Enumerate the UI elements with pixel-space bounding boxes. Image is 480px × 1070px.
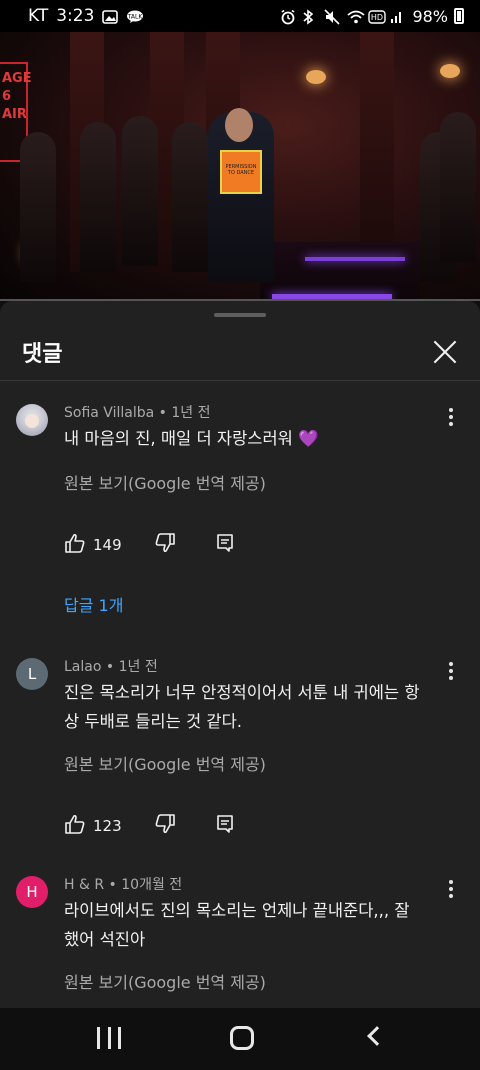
sheet-title: 댓글 — [22, 341, 63, 367]
talk-icon: TALK — [126, 9, 144, 23]
more-options-icon[interactable] — [448, 880, 454, 900]
see-original-link[interactable]: 원본 보기(Google 번역 제공) — [64, 751, 266, 775]
comment-author[interactable]: Sofia Villalba — [64, 405, 154, 421]
video-player[interactable]: AGE 6 AIR PERMISSION TO DANCE — [0, 32, 480, 300]
comment-author[interactable]: Lalao — [64, 659, 101, 675]
see-original-link[interactable]: 원본 보기(Google 번역 제공) — [64, 969, 266, 993]
show-card: PERMISSION TO DANCE — [220, 150, 262, 194]
comment-text: 라이브에서도 진의 목소리는 언제나 끝내준다,,, 잘했어 석진아 — [64, 901, 410, 949]
svg-text:TALK: TALK — [127, 14, 144, 21]
avatar[interactable] — [16, 404, 48, 436]
comment-meta: Lalao • 1년 전 — [64, 659, 158, 675]
reply-button[interactable] — [216, 814, 234, 838]
reply-button[interactable] — [216, 533, 234, 557]
sheet-header: 댓글 — [0, 323, 480, 381]
like-button[interactable]: 149 — [64, 533, 122, 557]
dislike-button[interactable] — [154, 533, 176, 557]
thumbs-up-icon — [64, 533, 86, 557]
home-icon[interactable] — [230, 1026, 254, 1050]
carrier-label: KT — [28, 6, 49, 26]
avatar[interactable]: L — [16, 658, 48, 690]
more-options-icon[interactable] — [448, 662, 454, 682]
comment-reply-icon — [216, 534, 234, 557]
avatar[interactable]: H — [16, 876, 48, 908]
gallery-icon — [102, 9, 119, 24]
comment-age: 1년 전 — [171, 405, 211, 421]
close-icon[interactable] — [428, 335, 462, 369]
hd-icon: HD — [368, 9, 387, 24]
status-bar: KT 3:23 TALK HD 98% — [0, 0, 480, 32]
alarm-icon — [280, 9, 296, 25]
thumbs-up-icon — [64, 814, 86, 838]
recent-apps-icon[interactable] — [97, 1027, 121, 1049]
drag-handle[interactable] — [214, 313, 266, 317]
clock: 3:23 — [56, 6, 95, 26]
comment-author[interactable]: H & R — [64, 877, 104, 893]
comment-age: 1년 전 — [118, 659, 158, 675]
view-replies-link[interactable]: 답글 1개 — [64, 592, 123, 616]
comments-sheet: 댓글 Sofia Villalba • 1년 전 내 마음의 진, 매일 더 자… — [0, 301, 480, 1070]
battery-percent: 98% — [412, 6, 448, 26]
comment-meta: Sofia Villalba • 1년 전 — [64, 405, 211, 421]
back-icon[interactable] — [367, 1026, 387, 1046]
comment-text: 내 마음의 진, 매일 더 자랑스러워 💜 — [64, 429, 319, 448]
svg-text:HD: HD — [371, 13, 383, 22]
like-button[interactable]: 123 — [64, 814, 122, 838]
signal-icon — [390, 9, 406, 23]
dislike-button[interactable] — [154, 814, 176, 838]
thumbs-down-icon — [154, 814, 176, 838]
comment-text: 진은 목소리가 너무 안정적이어서 서툰 내 귀에는 항상 두배로 들리는 것 … — [64, 683, 420, 731]
system-nav-bar — [0, 1008, 480, 1070]
like-count: 123 — [93, 817, 122, 835]
wifi-icon — [346, 9, 366, 24]
comment-meta: H & R • 10개월 전 — [64, 877, 183, 893]
comment-reply-icon — [216, 815, 234, 838]
like-count: 149 — [93, 536, 122, 554]
thumbs-down-icon — [154, 533, 176, 557]
see-original-link[interactable]: 원본 보기(Google 번역 제공) — [64, 470, 266, 494]
more-options-icon[interactable] — [448, 408, 454, 428]
battery-icon — [454, 8, 464, 24]
bluetooth-icon — [302, 9, 318, 25]
mute-icon — [324, 9, 341, 25]
comment-age: 10개월 전 — [121, 877, 183, 893]
